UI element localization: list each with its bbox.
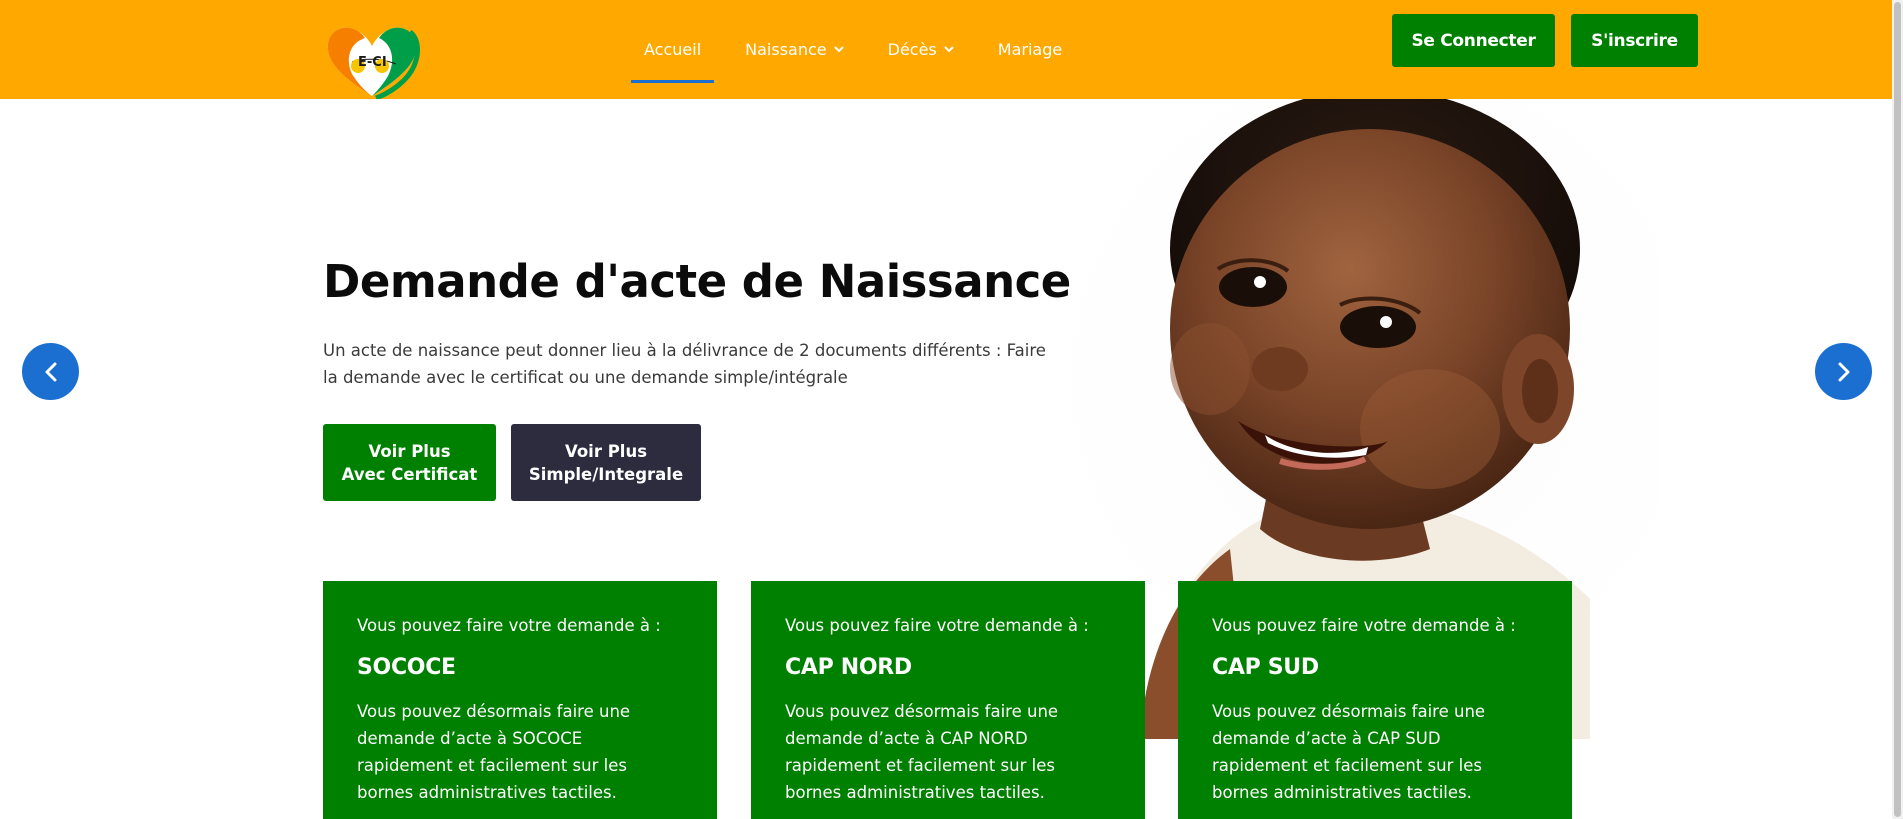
top-navbar: E-CI Accueil Naissance Décès Mariage Se …: [0, 0, 1892, 100]
card-text: Vous pouvez désormais faire une demande …: [357, 702, 631, 802]
signup-button[interactable]: S'inscrire: [1571, 14, 1698, 67]
nav-label: Accueil: [644, 40, 702, 59]
chevron-right-icon: [1838, 362, 1849, 381]
nav-label: Naissance: [745, 40, 827, 59]
button-line: Simple/Integrale: [528, 464, 684, 484]
chevron-left-icon: [45, 362, 56, 381]
slider-next-button[interactable]: [1815, 343, 1872, 400]
location-card-cap-sud: Vous pouvez faire votre demande à : CAP …: [1178, 581, 1572, 819]
hero-slider: Demande d'acte de Naissance Un acte de n…: [0, 99, 1892, 819]
button-line: Avec Certificat: [341, 464, 478, 484]
button-line: Voir Plus: [368, 441, 451, 461]
chevron-down-icon: [944, 45, 954, 56]
button-line: Voir Plus: [564, 441, 648, 461]
card-intro: Vous pouvez faire votre demande à :: [357, 616, 661, 635]
location-card-cap-nord: Vous pouvez faire votre demande à : CAP …: [751, 581, 1145, 819]
page-scrollbar[interactable]: [1892, 0, 1903, 819]
hero-title: Demande d'acte de Naissance: [323, 255, 1071, 308]
scrollbar-thumb[interactable]: [1894, 2, 1901, 817]
main-nav: Accueil Naissance Décès Mariage: [630, 0, 1106, 99]
slider-prev-button[interactable]: [22, 343, 79, 400]
logo-text: E-CI: [358, 55, 387, 70]
hero-description: Un acte de naissance peut donner lieu à …: [323, 341, 1046, 387]
card-title: SOCOCE: [357, 655, 456, 680]
card-intro: Vous pouvez faire votre demande à :: [1212, 616, 1516, 635]
nav-deces[interactable]: Décès: [888, 0, 954, 99]
nav-accueil[interactable]: Accueil: [630, 0, 715, 99]
login-button[interactable]: Se Connecter: [1392, 14, 1555, 67]
nav-label: Mariage: [997, 40, 1063, 59]
location-card-sococe: Vous pouvez faire votre demande à : SOCO…: [323, 581, 717, 819]
card-title: CAP NORD: [785, 655, 912, 680]
card-text: Vous pouvez désormais faire une demande …: [1212, 702, 1486, 802]
voir-plus-certificat-button[interactable]: Voir Plus Avec Certificat: [323, 424, 496, 501]
card-title: CAP SUD: [1212, 655, 1319, 680]
voir-plus-simple-button[interactable]: Voir Plus Simple/Integrale: [511, 424, 701, 501]
nav-label: Décès: [887, 40, 937, 59]
chevron-down-icon: [833, 45, 844, 56]
card-text: Vous pouvez désormais faire une demande …: [785, 702, 1059, 802]
card-intro: Vous pouvez faire votre demande à :: [785, 616, 1089, 635]
nav-mariage[interactable]: Mariage: [998, 0, 1062, 99]
nav-naissance[interactable]: Naissance: [745, 0, 844, 99]
